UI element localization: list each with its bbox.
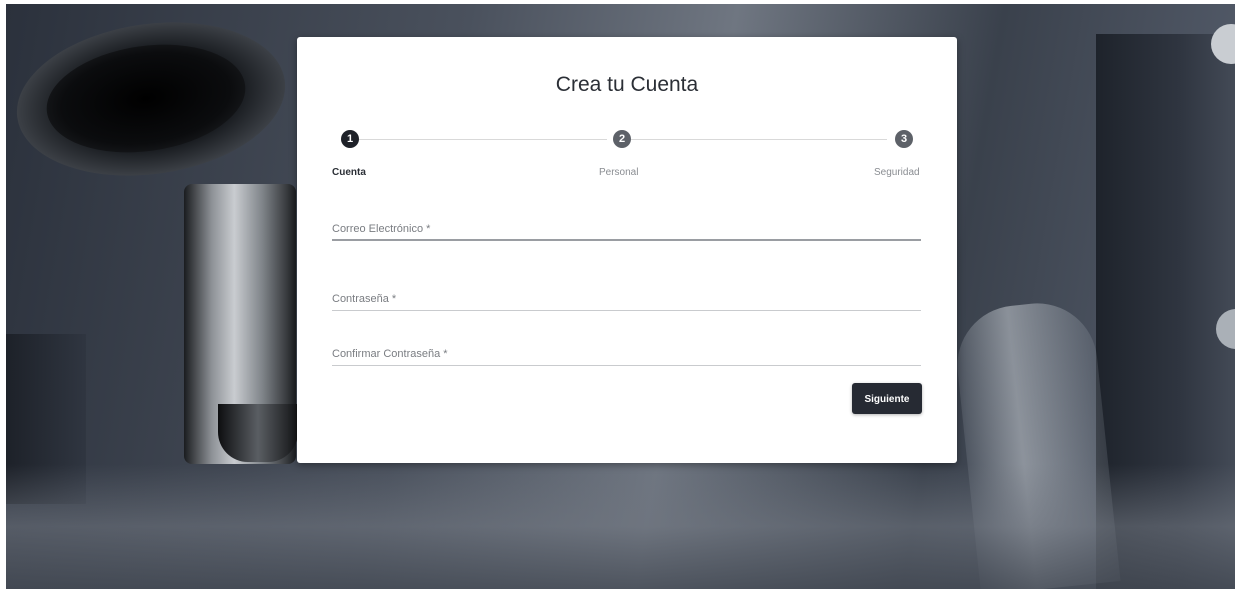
page-title: Crea tu Cuenta (555, 73, 699, 96)
confirm-password-field-label: Confirmar Contraseña * (332, 348, 448, 360)
email-field-underline (332, 239, 921, 241)
step-2-icon[interactable]: 2 (613, 130, 631, 148)
step-3-label[interactable]: Seguridad (874, 167, 920, 178)
background-bench-shape (6, 464, 1235, 589)
stepper-connector (357, 139, 607, 140)
step-3-icon[interactable]: 3 (895, 130, 913, 148)
microscope-objective-shape (218, 404, 298, 462)
next-button[interactable]: Siguiente (852, 383, 922, 414)
password-field[interactable]: Contraseña * (332, 281, 921, 311)
step-1-icon[interactable]: 1 (341, 130, 359, 148)
email-field-label: Correo Electrónico * (332, 223, 431, 235)
step-1-label[interactable]: Cuenta (332, 167, 366, 178)
stepper-connector (629, 139, 887, 140)
signup-card: Crea tu Cuenta 1 Cuenta 2 Personal 3 Seg… (297, 37, 957, 463)
password-field-underline (332, 310, 921, 311)
password-field-label: Contraseña * (332, 293, 397, 305)
confirm-password-field[interactable]: Confirmar Contraseña * (332, 336, 921, 366)
email-field[interactable]: Correo Electrónico * (332, 211, 921, 241)
background-image: Crea tu Cuenta 1 Cuenta 2 Personal 3 Seg… (6, 4, 1235, 589)
confirm-password-field-underline (332, 365, 921, 366)
step-2-label[interactable]: Personal (599, 167, 638, 178)
